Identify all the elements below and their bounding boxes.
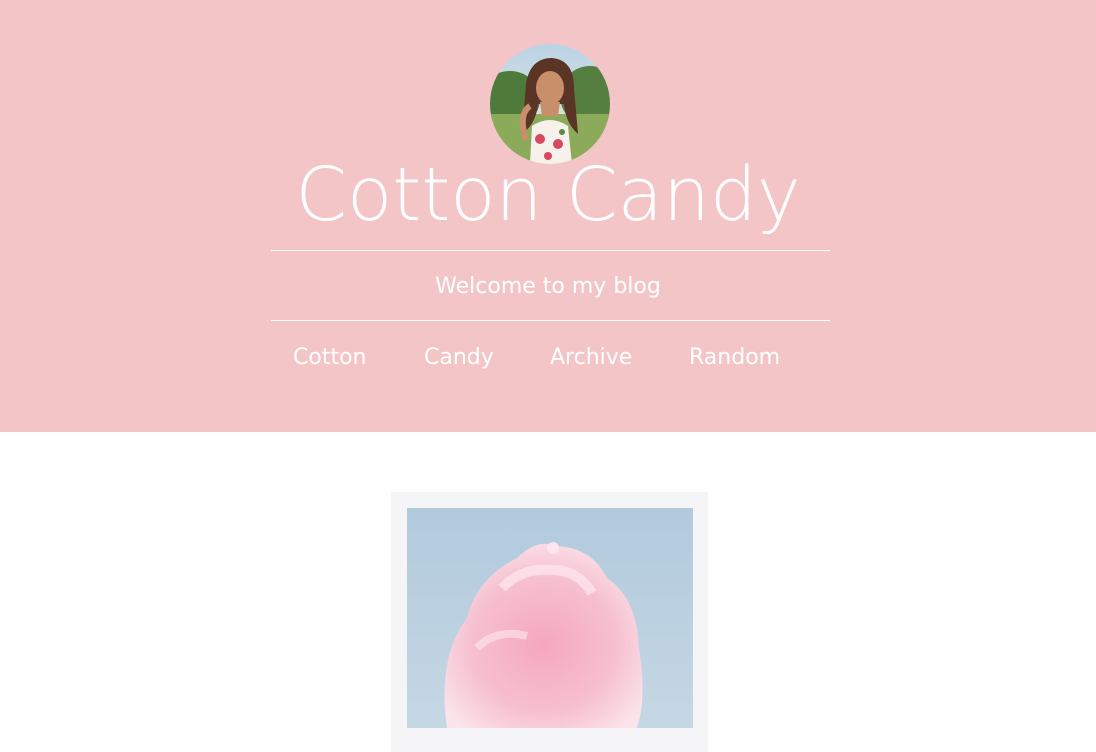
blog-title[interactable]: Cotton Candy — [0, 150, 1096, 240]
divider-top — [271, 250, 830, 251]
nav-link-archive[interactable]: Archive — [550, 341, 632, 375]
cotton-candy-photo-icon — [407, 508, 693, 728]
divider-bottom — [271, 320, 830, 321]
nav-link-cotton[interactable]: Cotton — [293, 341, 366, 375]
avatar[interactable] — [490, 44, 610, 164]
nav-link-candy[interactable]: Candy — [424, 341, 494, 375]
blog-description: Welcome to my blog — [435, 274, 661, 299]
blog-header: Cotton Candy Welcome to my blog Cotton C… — [0, 0, 1096, 432]
post-image[interactable] — [407, 508, 693, 728]
avatar-photo-icon — [490, 44, 610, 164]
nav-link-random[interactable]: Random — [689, 341, 780, 375]
